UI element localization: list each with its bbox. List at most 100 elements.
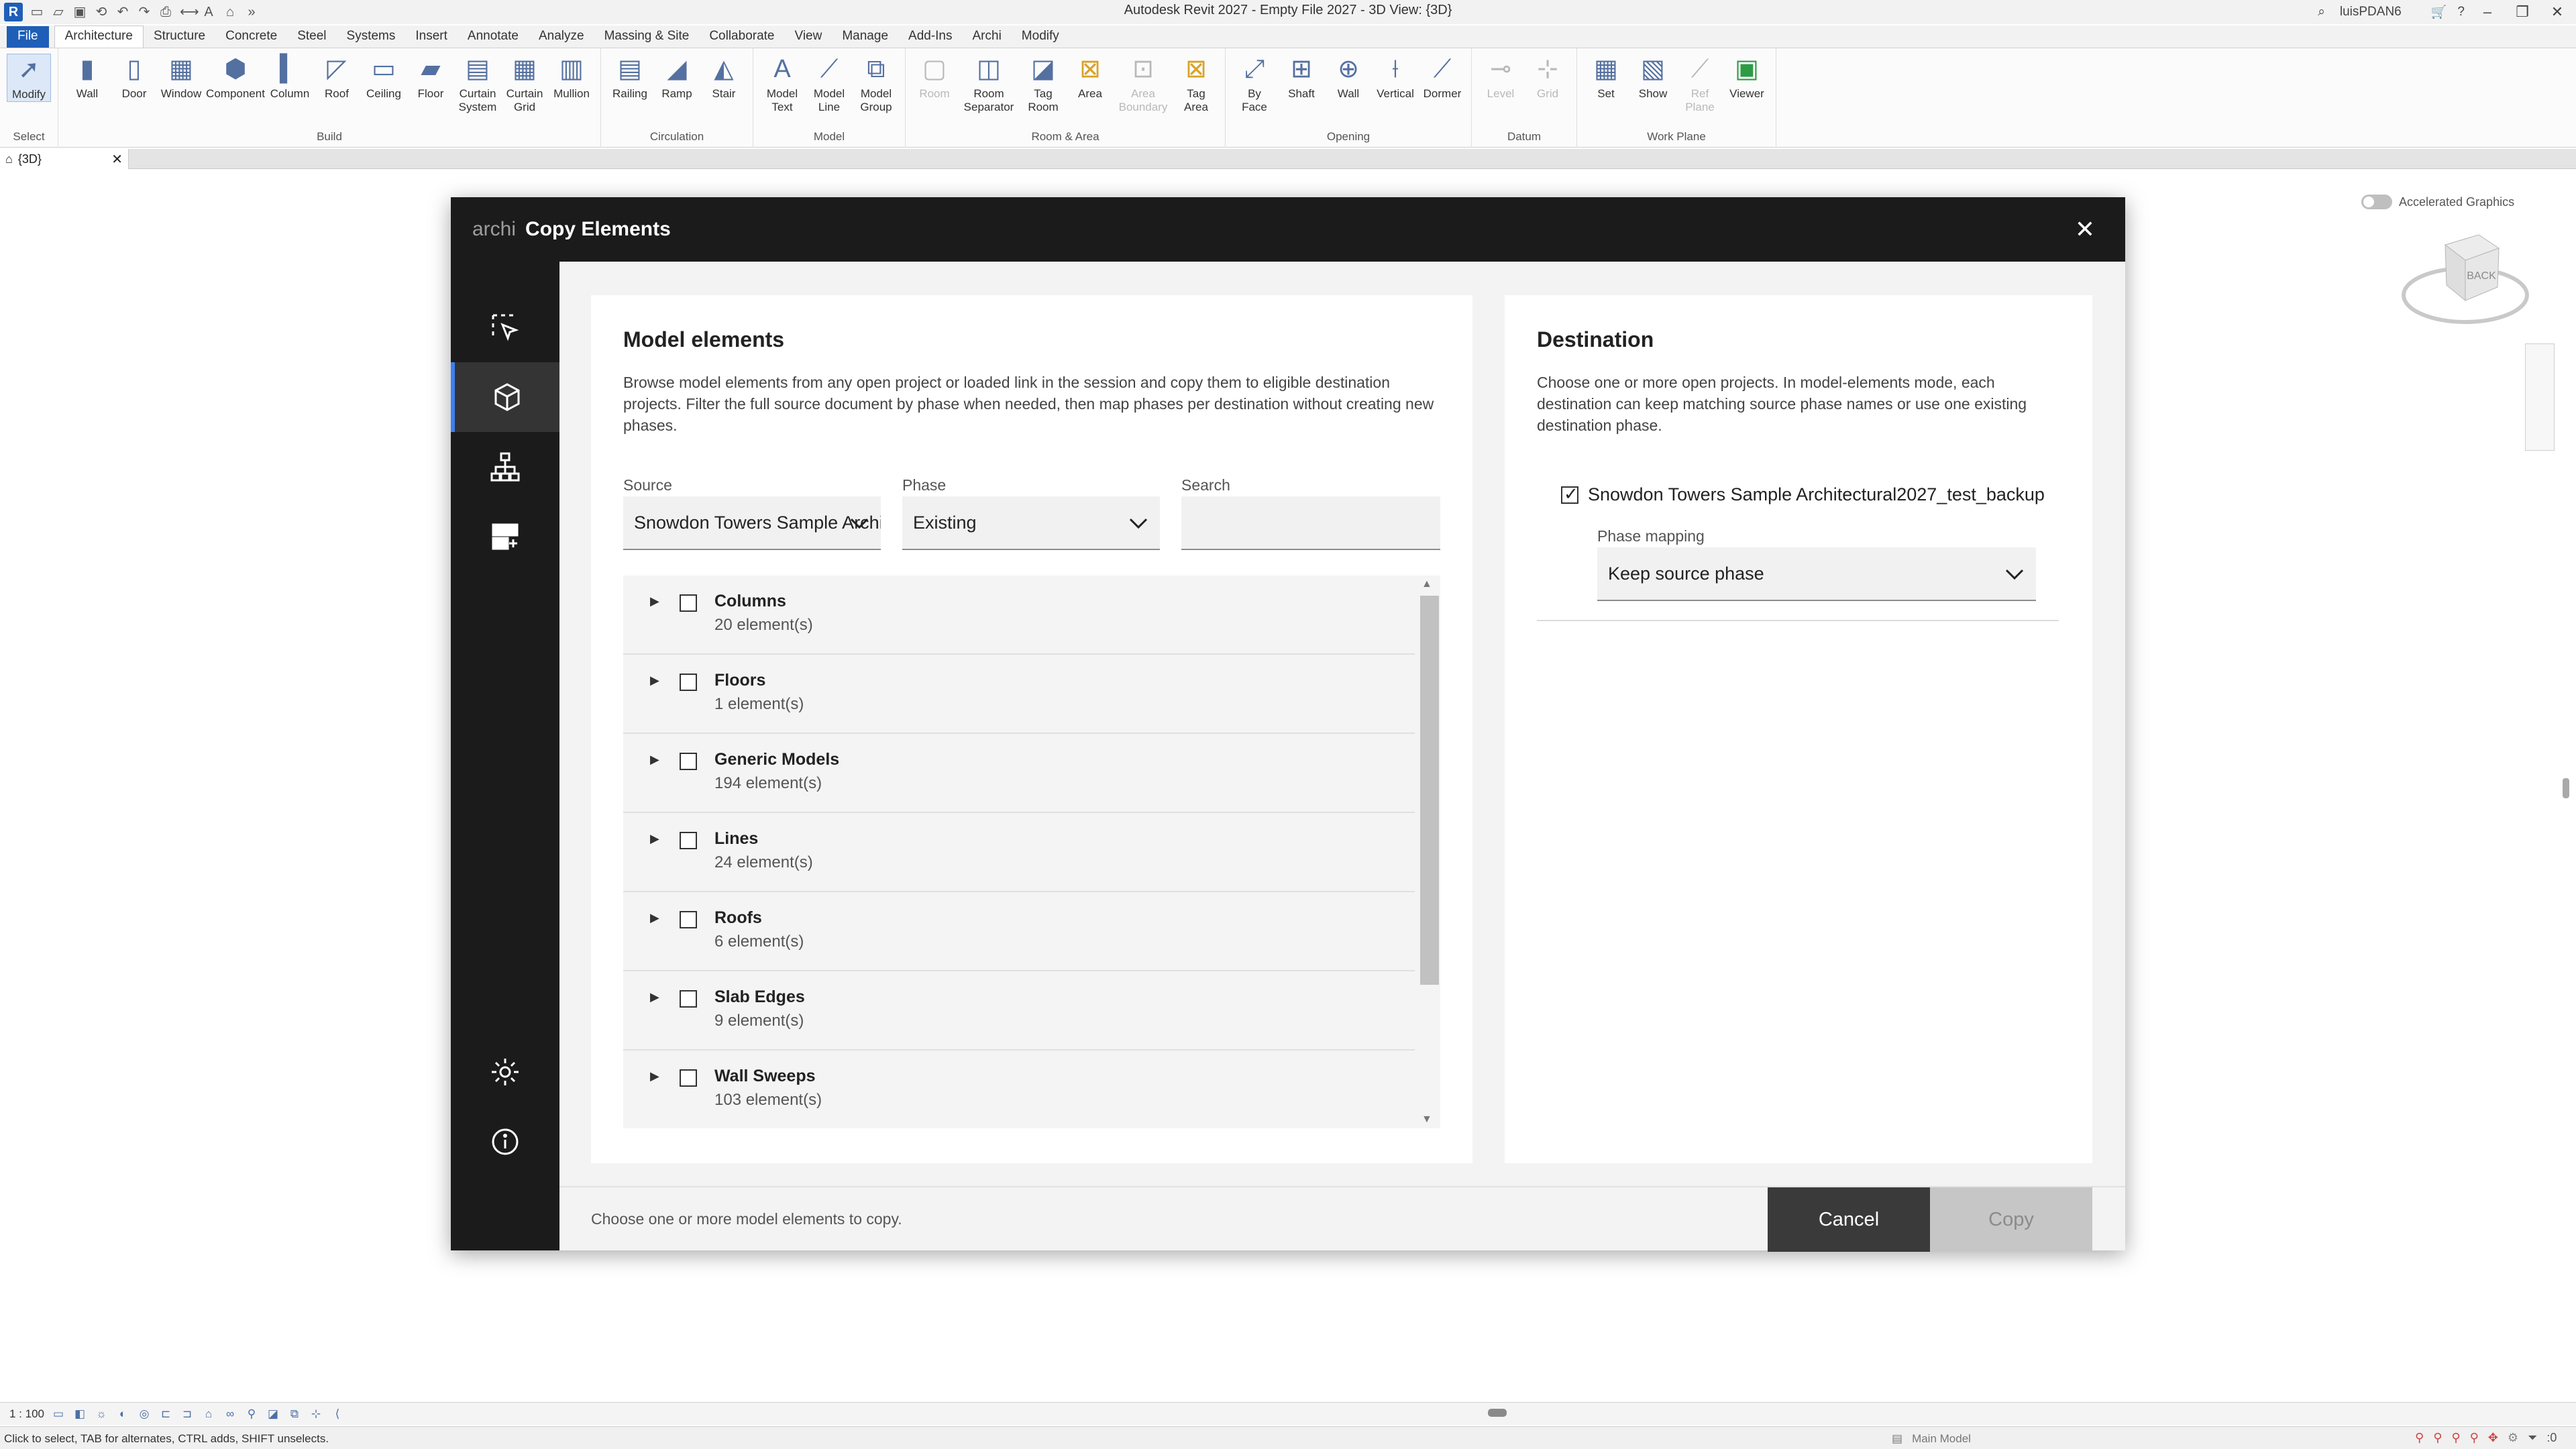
temp-hide-icon[interactable]: ∞ xyxy=(223,1407,237,1421)
category-checkbox[interactable] xyxy=(680,674,697,691)
model-text-button[interactable]: A Model Text xyxy=(760,54,804,114)
model-group-button[interactable]: ⧉ Model Group xyxy=(854,54,898,114)
stair-button[interactable]: ◭ Stair xyxy=(702,54,746,101)
save-icon[interactable]: ▣ xyxy=(72,5,87,19)
tab-add-ins[interactable]: Add-Ins xyxy=(898,29,962,48)
mullion-button[interactable]: ▥ Mullion xyxy=(549,54,594,101)
scroll-down-icon[interactable]: ▼ xyxy=(1421,1114,1432,1126)
tab-steel[interactable]: Steel xyxy=(287,29,336,48)
highlight-displacement-icon[interactable]: ⊹ xyxy=(309,1407,323,1421)
crop-view-icon[interactable]: ⊏ xyxy=(158,1407,173,1421)
shadows-icon[interactable]: ◐ xyxy=(115,1407,130,1421)
open-icon[interactable]: ▱ xyxy=(51,5,66,19)
expand-caret-icon[interactable]: ▶ xyxy=(650,911,659,925)
settings-gear-icon[interactable] xyxy=(451,1037,559,1107)
tree-scrollbar[interactable]: ▲ ▼ xyxy=(1415,576,1440,1128)
tab-archi[interactable]: Archi xyxy=(963,29,1012,48)
group-label-room-area[interactable]: Room & Area xyxy=(906,130,1225,144)
sync-icon[interactable]: ⟲ xyxy=(94,5,109,19)
category-checkbox[interactable] xyxy=(680,594,697,612)
cart-icon[interactable]: 🛒 xyxy=(2431,4,2447,20)
filter-icon[interactable]: ⏷ xyxy=(2528,1431,2537,1445)
expand-caret-icon[interactable]: ▶ xyxy=(650,594,659,608)
restore-icon[interactable]: ❐ xyxy=(2510,3,2534,21)
show-crop-icon[interactable]: ⊐ xyxy=(180,1407,195,1421)
copy-button[interactable]: Copy xyxy=(1930,1187,2092,1252)
select-elements-icon[interactable] xyxy=(451,292,559,362)
close-view-icon[interactable]: ✕ xyxy=(111,151,123,168)
rendering-icon[interactable]: ◎ xyxy=(137,1407,152,1421)
text-icon[interactable]: A xyxy=(201,5,216,19)
binoculars-icon[interactable]: ⌕ xyxy=(2318,5,2325,19)
category-checkbox[interactable] xyxy=(680,832,697,849)
category-checkbox[interactable] xyxy=(680,990,697,1008)
category-checkbox[interactable] xyxy=(680,1069,697,1087)
select-pinned-icon[interactable]: ⚲ xyxy=(2451,1431,2460,1445)
dormer-button[interactable]: ⟋ Dormer xyxy=(1420,54,1464,101)
search-input[interactable] xyxy=(1181,496,1440,550)
viewcube[interactable]: BACK xyxy=(2398,221,2532,335)
default-3d-view-icon[interactable]: ⌂ xyxy=(223,5,237,19)
category-checkbox[interactable] xyxy=(680,753,697,770)
model-selector[interactable]: ▤ Main Model xyxy=(1892,1432,1971,1446)
select-underlay-icon[interactable]: ⚲ xyxy=(2433,1431,2442,1445)
reveal-constraints-icon[interactable]: ⟨ xyxy=(330,1407,345,1421)
railing-button[interactable]: ▤ Railing xyxy=(608,54,652,101)
destination-item[interactable]: Snowdon Towers Sample Architectural2027_… xyxy=(1561,484,2071,505)
help-icon[interactable]: ? xyxy=(2457,5,2465,19)
list-item[interactable]: ▶ Columns 20 element(s) xyxy=(623,576,1415,655)
expand-caret-icon[interactable]: ▶ xyxy=(650,674,659,688)
worksharing-icon[interactable]: ⧉ xyxy=(287,1407,302,1421)
horizontal-scrollbar[interactable] xyxy=(1488,1409,1507,1417)
minimize-icon[interactable]: – xyxy=(2475,3,2500,21)
roof-button[interactable]: ◸ Roof xyxy=(315,54,359,101)
view-scale[interactable]: 1 : 100 xyxy=(9,1407,44,1421)
list-item[interactable]: ▶ Floors 1 element(s) xyxy=(623,655,1415,734)
source-dropdown[interactable]: Snowdon Towers Sample Architectural2027_… xyxy=(623,496,881,550)
revit-logo-icon[interactable]: R xyxy=(4,3,23,21)
destination-checkbox[interactable] xyxy=(1561,484,1578,504)
tab-file[interactable]: File xyxy=(7,26,49,48)
door-button[interactable]: ▯ Door xyxy=(112,54,156,101)
tab-collaborate[interactable]: Collaborate xyxy=(699,29,784,48)
print-icon[interactable]: ⎙ xyxy=(158,5,173,19)
show-button[interactable]: ▧ Show xyxy=(1631,54,1675,101)
phase-mapping-dropdown[interactable]: Keep source phase xyxy=(1597,547,2036,601)
area-button[interactable]: ⊠ Area xyxy=(1068,54,1112,101)
expand-caret-icon[interactable]: ▶ xyxy=(650,753,659,767)
undo-icon[interactable]: ↶ xyxy=(115,5,130,19)
ramp-button[interactable]: ◢ Ramp xyxy=(655,54,699,101)
column-button[interactable]: ▍ Column xyxy=(268,54,312,101)
curtain-grid-button[interactable]: ▦ Curtain Grid xyxy=(502,54,547,114)
window-button[interactable]: ▦ Window xyxy=(159,54,203,101)
by-face-button[interactable]: ⤢ By Face xyxy=(1232,54,1277,114)
navigation-bar[interactable] xyxy=(2525,343,2555,451)
tag-area-button[interactable]: ⊠ Tag Area xyxy=(1174,54,1218,114)
ref-plane-button[interactable]: ⟋ Ref Plane xyxy=(1678,54,1722,114)
level-button[interactable]: ⊸ Level xyxy=(1479,54,1523,101)
curtain-system-button[interactable]: ▤ Curtain System xyxy=(455,54,500,114)
floor-button[interactable]: ▰ Floor xyxy=(409,54,453,101)
expand-caret-icon[interactable]: ▶ xyxy=(650,1069,659,1083)
detail-level-icon[interactable]: ▭ xyxy=(51,1407,66,1421)
modify-button[interactable]: ➚ Modify xyxy=(7,54,51,102)
wall-button[interactable]: ▮ Wall xyxy=(65,54,109,101)
set-button[interactable]: ▦ Set xyxy=(1584,54,1628,101)
temp-view-properties-icon[interactable]: ◪ xyxy=(266,1407,280,1421)
tab-concrete[interactable]: Concrete xyxy=(215,29,287,48)
component-button[interactable]: ⬢ Component xyxy=(206,54,265,101)
tag-room-button[interactable]: ◪ Tag Room xyxy=(1021,54,1065,114)
view-tab-3d[interactable]: ⌂ {3D} ✕ xyxy=(0,149,129,169)
user-name[interactable]: luisPDAN6 xyxy=(2340,5,2402,19)
tab-manage[interactable]: Manage xyxy=(832,29,898,48)
tab-structure[interactable]: Structure xyxy=(144,29,215,48)
model-line-button[interactable]: ⟋ Model Line xyxy=(807,54,851,114)
ceiling-button[interactable]: ▭ Ceiling xyxy=(362,54,406,101)
expand-caret-icon[interactable]: ▶ xyxy=(650,990,659,1004)
select-links-icon[interactable]: ⚲ xyxy=(2415,1431,2424,1445)
tab-insert[interactable]: Insert xyxy=(405,29,458,48)
lock-view-icon[interactable]: ⌂ xyxy=(201,1407,216,1421)
new-icon[interactable]: ▭ xyxy=(30,5,44,19)
close-icon[interactable]: ✕ xyxy=(2072,216,2098,243)
expand-caret-icon[interactable]: ▶ xyxy=(650,832,659,846)
